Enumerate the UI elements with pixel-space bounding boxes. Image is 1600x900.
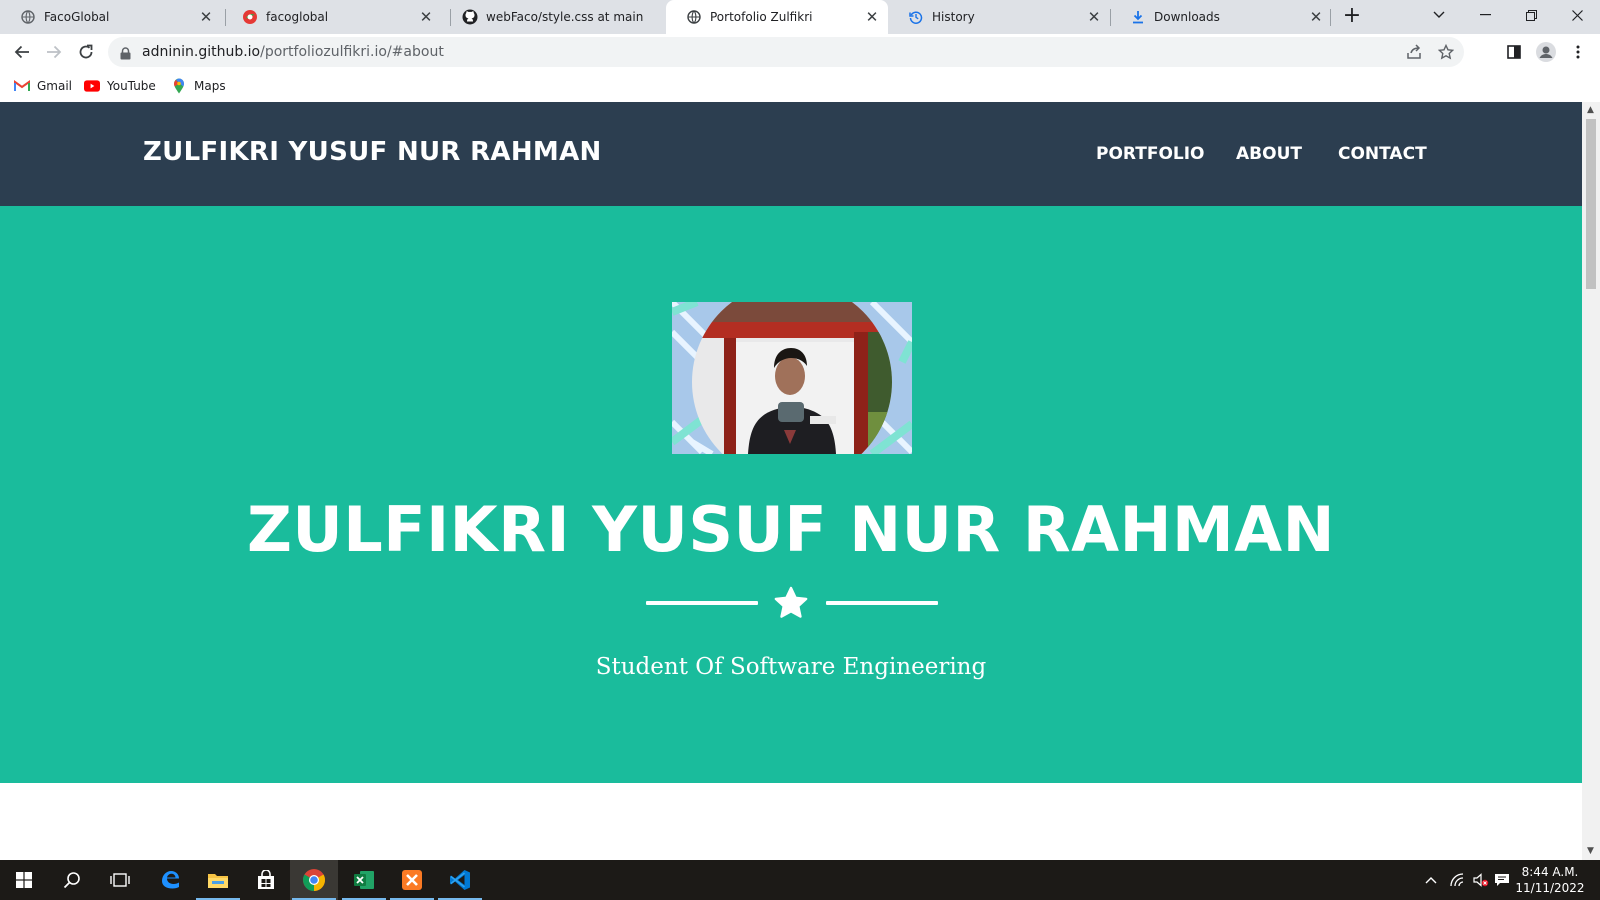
reload-icon[interactable] (72, 38, 100, 66)
scrollbar-thumb[interactable] (1586, 119, 1596, 289)
close-icon[interactable]: ✕ (1306, 7, 1326, 27)
bookmark-label: Gmail (37, 79, 73, 93)
bookmark-gmail[interactable]: Gmail (14, 76, 72, 96)
url-path: /portfoliozulfikri.io/#about (260, 44, 444, 60)
file-explorer-icon[interactable] (194, 860, 242, 900)
tab-title: FacoGlobal (44, 10, 110, 24)
history-icon (908, 9, 924, 25)
close-icon[interactable]: ✕ (1084, 7, 1104, 27)
scroll-up-icon[interactable]: ▲ (1587, 105, 1594, 115)
site-brand[interactable]: ZULFIKRI YUSUF NUR RAHMAN (143, 137, 602, 167)
tab-title: History (932, 10, 975, 24)
close-window-icon[interactable] (1554, 0, 1600, 30)
edge-icon[interactable] (146, 860, 194, 900)
profile-avatar-icon[interactable] (1532, 38, 1560, 66)
tray-chevron-icon[interactable] (1420, 860, 1442, 900)
task-view-icon[interactable] (96, 860, 144, 900)
network-icon[interactable] (1446, 860, 1468, 900)
scroll-down-icon[interactable]: ▼ (1587, 846, 1594, 856)
system-clock[interactable]: 8:44 A.M. 11/11/2022 (1512, 864, 1588, 896)
notifications-icon[interactable] (1490, 860, 1514, 900)
hero-section: ZULFIKRI YUSUF NUR RAHMAN Student Of Sof… (0, 206, 1582, 783)
clock-time: 8:44 A.M. (1521, 865, 1579, 879)
url-host: adninin.github.io (142, 44, 261, 60)
xampp-icon[interactable] (388, 860, 436, 900)
minimize-icon[interactable] (1462, 0, 1508, 30)
nav-portfolio[interactable]: PORTFOLIO (1096, 144, 1205, 164)
forward-icon[interactable] (40, 38, 68, 66)
browser-toolbar: adninin.github.io/portfoliozulfikri.io/#… (0, 34, 1600, 70)
hero-subtitle: Student Of Software Engineering (595, 654, 987, 680)
menu-dots-icon[interactable] (1564, 38, 1592, 66)
tab-title: webFaco/style.css at main · zl (486, 10, 644, 24)
back-icon[interactable] (8, 38, 36, 66)
close-icon[interactable]: ✕ (862, 7, 882, 27)
youtube-icon (84, 78, 100, 94)
gmail-icon (14, 78, 30, 94)
star-icon (772, 584, 810, 626)
globe-icon (20, 9, 36, 25)
tab-github[interactable]: webFaco/style.css at main · zl (442, 0, 662, 34)
tab-title: Downloads (1154, 10, 1220, 24)
bookmark-maps[interactable]: Maps (171, 76, 226, 96)
windows-taskbar: 8:44 A.M. 11/11/2022 (0, 860, 1600, 900)
profile-photo (672, 302, 912, 454)
url-text: adninin.github.io/portfoliozulfikri.io/#… (142, 44, 444, 60)
search-icon[interactable] (48, 860, 96, 900)
excel-icon[interactable] (340, 860, 388, 900)
page-viewport: ZULFIKRI YUSUF NUR RAHMAN PORTFOLIO ABOU… (0, 102, 1582, 860)
nav-contact[interactable]: CONTACT (1338, 144, 1427, 164)
tab-separator (1330, 9, 1331, 26)
tab-search-chevron-icon[interactable] (1416, 0, 1462, 30)
github-icon (462, 9, 478, 25)
bookmark-label: YouTube (107, 79, 156, 93)
chrome-icon[interactable] (290, 860, 338, 900)
bookmark-youtube[interactable]: YouTube (84, 76, 156, 96)
download-icon (1130, 9, 1146, 25)
lock-icon[interactable] (120, 45, 131, 64)
globe-icon (686, 9, 702, 25)
tab-history[interactable]: History ✕ (888, 0, 1110, 34)
tab-title: Portofolio Zulfikri (710, 10, 813, 24)
bookmarks-bar: Gmail YouTube Maps (0, 70, 1600, 102)
restore-icon[interactable] (1508, 0, 1554, 30)
nav-about[interactable]: ABOUT (1236, 144, 1302, 164)
tab-facoglobal-2[interactable]: facoglobal ✕ (222, 0, 442, 34)
side-panel-icon[interactable] (1500, 38, 1528, 66)
windows-start-icon[interactable] (0, 860, 48, 900)
volume-muted-icon[interactable] (1470, 860, 1492, 900)
close-icon[interactable]: ✕ (196, 7, 216, 27)
bookmark-star-icon[interactable] (1432, 38, 1460, 66)
divider-line-right (826, 601, 938, 605)
page-scrollbar[interactable]: ▲ ▼ (1582, 102, 1600, 860)
share-icon[interactable] (1400, 38, 1428, 66)
bookmark-label: Maps (194, 79, 226, 93)
close-icon[interactable]: ✕ (416, 7, 436, 27)
tab-facoglobal[interactable]: FacoGlobal ✕ (0, 0, 222, 34)
hero-title: ZULFIKRI YUSUF NUR RAHMAN (246, 493, 1336, 566)
site-favicon (242, 9, 258, 25)
address-bar[interactable]: adninin.github.io/portfoliozulfikri.io/#… (108, 37, 1464, 67)
tab-title: facoglobal (266, 10, 329, 24)
new-tab-button[interactable]: + (1340, 5, 1364, 29)
vscode-icon[interactable] (436, 860, 484, 900)
tab-downloads[interactable]: Downloads ✕ (1110, 0, 1332, 34)
star-divider (646, 584, 938, 624)
tab-portofolio-zulfikri[interactable]: Portofolio Zulfikri ✕ (666, 0, 888, 34)
tab-strip: FacoGlobal ✕ facoglobal ✕ webFaco/style.… (0, 0, 1600, 34)
clock-date: 11/11/2022 (1515, 881, 1585, 895)
divider-line-left (646, 601, 758, 605)
maps-icon (171, 78, 187, 94)
site-navbar: ZULFIKRI YUSUF NUR RAHMAN PORTFOLIO ABOU… (0, 102, 1582, 206)
store-icon[interactable] (242, 860, 290, 900)
